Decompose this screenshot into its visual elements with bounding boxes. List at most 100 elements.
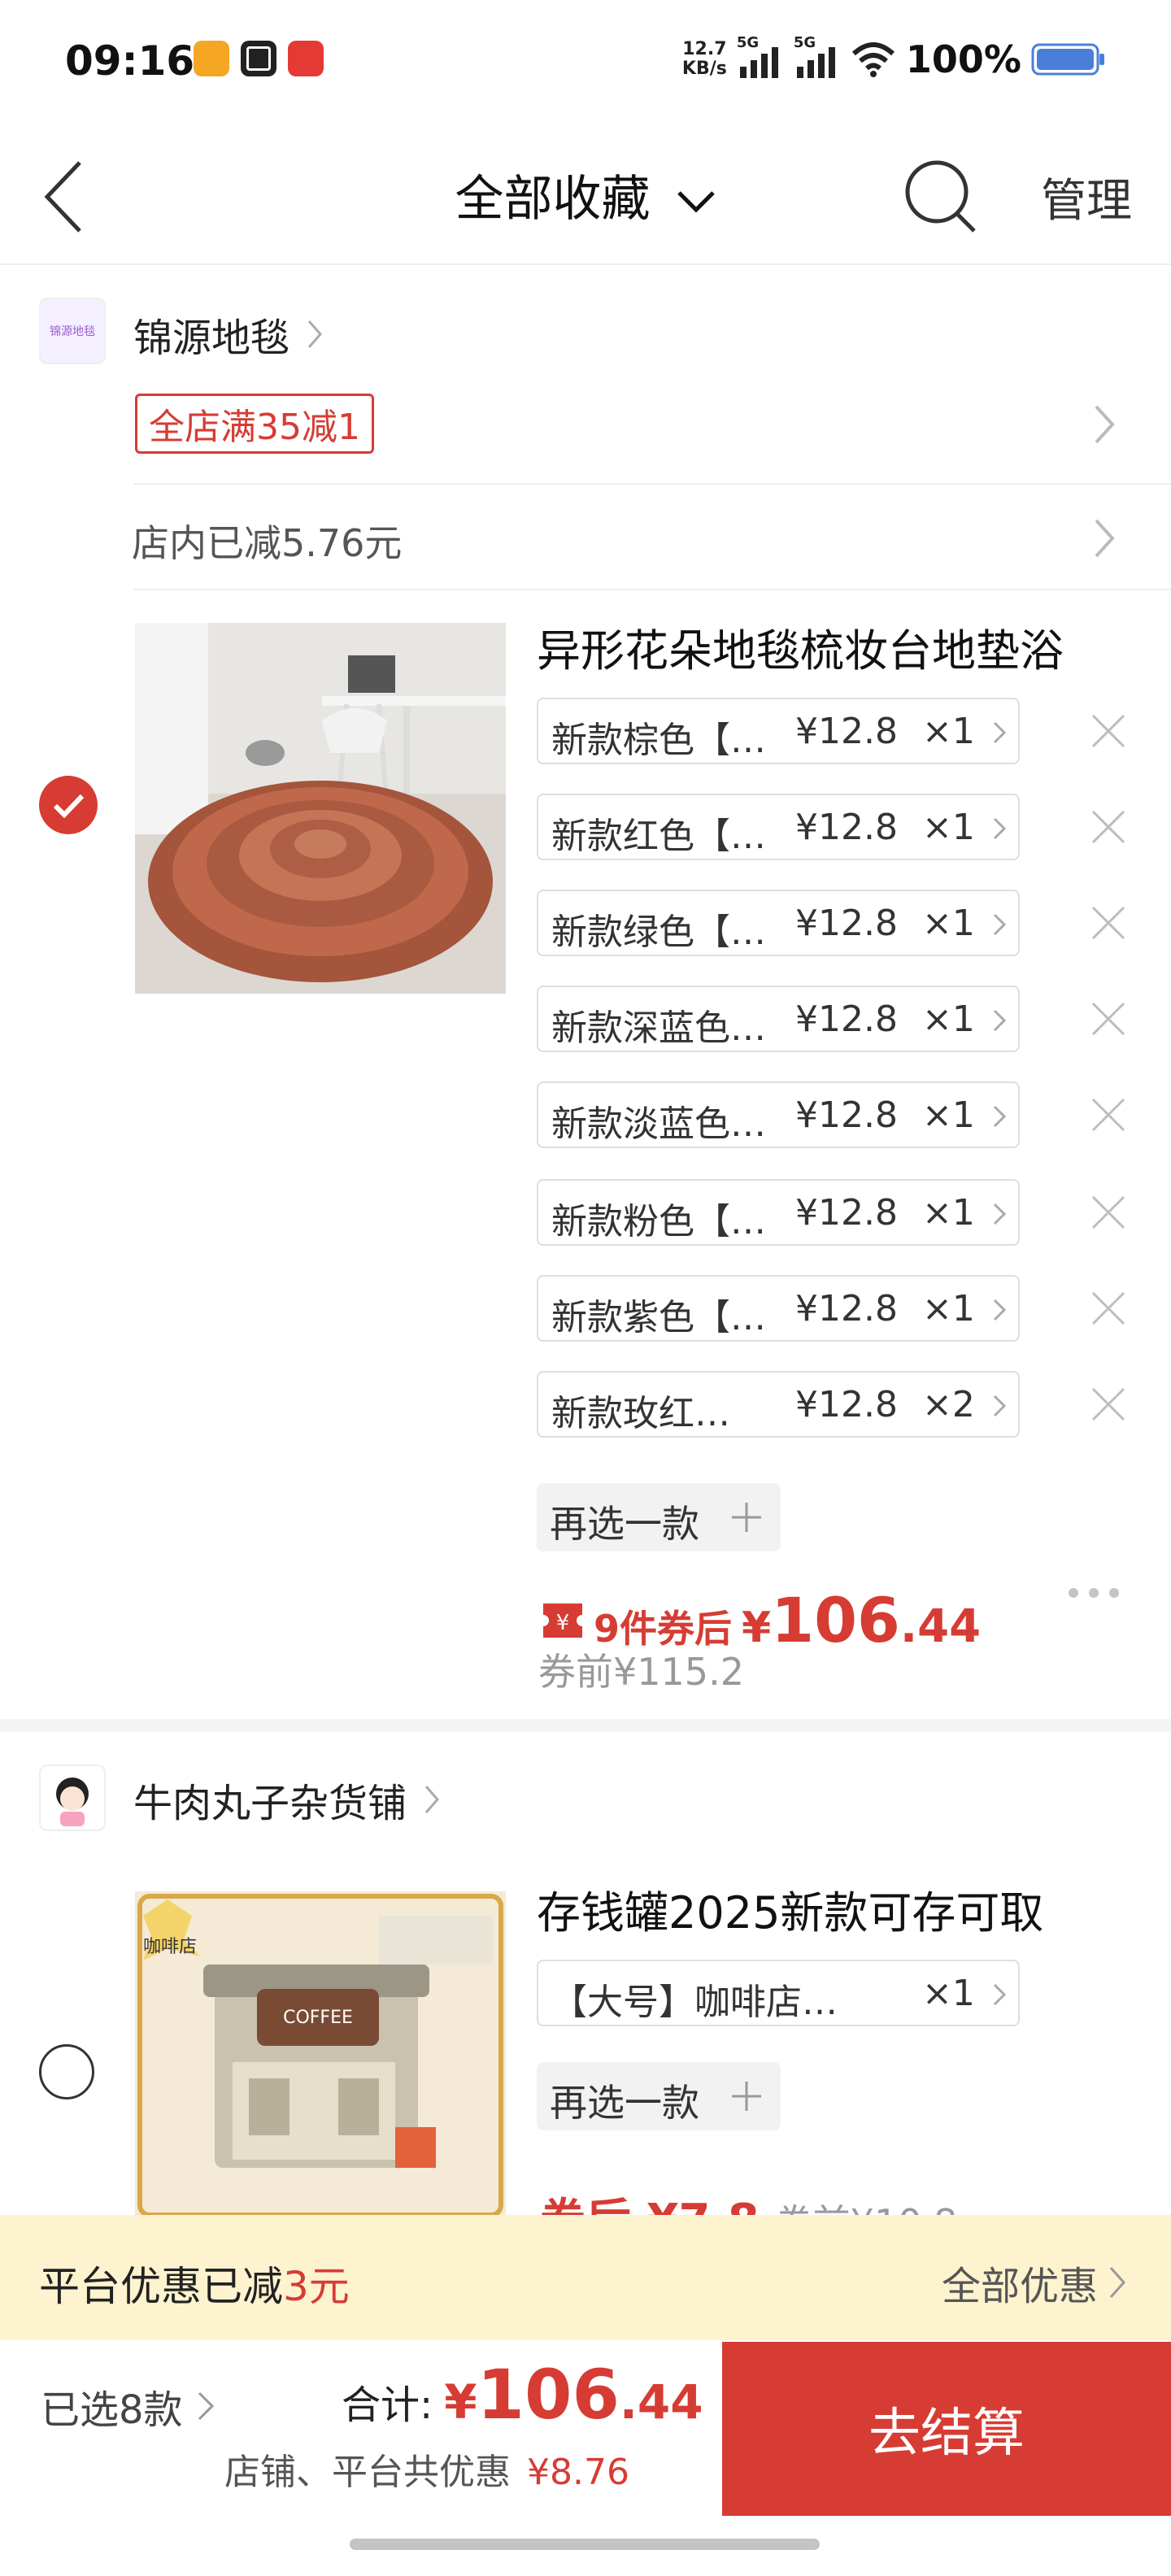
home-indicator[interactable] <box>350 2539 820 2550</box>
shop-discount-note[interactable]: 店内已减5.76元 <box>132 514 402 568</box>
status-right: 12.7 KB/s 5G 5G 100% <box>682 34 1106 81</box>
delete-sku-button[interactable] <box>1090 1290 1127 1327</box>
net-speed: 12.7 KB/s <box>682 40 727 79</box>
favorites-dropdown[interactable]: 全部收藏 <box>0 159 1171 230</box>
heart-app-icon <box>288 41 324 76</box>
savings-label: 店铺、平台共优惠 <box>224 2452 511 2493</box>
item-checkbox-unchecked[interactable] <box>39 2044 94 2100</box>
signal-2-icon: 5G <box>794 34 841 80</box>
sku-selector[interactable]: 新款紫色【… ¥12.8 ×1 <box>537 1275 1020 1342</box>
sku-selector[interactable]: 新款玫红… ¥12.8 ×2 <box>537 1371 1020 1438</box>
chevron-right-icon <box>1095 519 1115 558</box>
savings-row: 店铺、平台共优惠 ¥8.76 <box>224 2443 629 2495</box>
chevron-right-icon <box>198 2391 214 2421</box>
reselect-button[interactable]: 再选一款 <box>537 1483 781 1551</box>
shop-name: 锦源地毯 <box>133 315 290 361</box>
chevron-right-icon <box>1109 2267 1126 2298</box>
divider <box>133 483 1171 485</box>
chevron-right-icon <box>993 1395 1007 1417</box>
wifi-icon <box>851 42 895 77</box>
sku-qty: ×1 <box>922 1192 975 1234</box>
sku-name: 新款深蓝色… <box>551 1007 766 1049</box>
product-title[interactable]: 存钱罐2025新款可存可取 <box>537 1877 1043 1941</box>
platform-discount-amount: 3元 <box>283 2263 350 2310</box>
sku-selector[interactable]: 新款红色【… ¥12.8 ×1 <box>537 794 1020 860</box>
checkout-button[interactable]: 去结算 <box>722 2342 1171 2516</box>
more-options-button[interactable] <box>1065 1581 1122 1605</box>
chevron-right-icon <box>993 1203 1007 1225</box>
sku-price: ¥12.8 <box>795 999 898 1040</box>
promo-chevron[interactable] <box>1090 402 1119 447</box>
delete-sku-button[interactable] <box>1090 712 1127 750</box>
delete-sku-button[interactable] <box>1090 1000 1127 1038</box>
sku-price: ¥12.8 <box>795 1288 898 1329</box>
shop-name-link[interactable]: 牛肉丸子杂货铺 <box>133 1771 444 1828</box>
close-icon <box>1091 1002 1125 1036</box>
signal-1-label: 5G <box>736 34 760 51</box>
chevron-right-icon <box>993 1983 1007 2006</box>
delete-sku-button[interactable] <box>1090 808 1127 846</box>
platform-discount-bar[interactable]: 平台优惠已减3元 全部优惠 <box>0 2215 1171 2340</box>
sku-qty: ×2 <box>922 1384 975 1425</box>
total-symbol: ¥ <box>444 2374 477 2430</box>
chevron-right-icon <box>307 320 323 348</box>
more-icon <box>1069 1588 1119 1598</box>
page-title: 全部收藏 <box>455 171 651 228</box>
shop-name-link[interactable]: 锦源地毯 <box>133 306 327 363</box>
notification-icons <box>194 41 324 76</box>
sku-name: 新款绿色【… <box>551 912 766 953</box>
chevron-right-icon <box>1095 405 1115 444</box>
total-integer: 106 <box>477 2355 620 2435</box>
sku-selector[interactable]: 新款淡蓝色… ¥12.8 ×1 <box>537 1081 1020 1148</box>
group-buy-icon <box>241 41 276 76</box>
sku-name: 新款紫色【… <box>551 1297 766 1338</box>
sku-selector[interactable]: 【大号】咖啡店… ×1 <box>537 1960 1020 2026</box>
all-offers-link[interactable]: 全部优惠 <box>942 2254 1129 2311</box>
plus-icon <box>732 2082 761 2111</box>
close-icon <box>1091 1195 1125 1229</box>
search-button[interactable] <box>904 159 979 234</box>
price-decimal: .44 <box>899 1600 982 1653</box>
selected-count-button[interactable]: 已选8款 <box>41 2378 217 2435</box>
sku-selector[interactable]: 新款深蓝色… ¥12.8 ×1 <box>537 986 1020 1052</box>
manage-button[interactable]: 管理 <box>1041 164 1132 230</box>
sku-qty: ×1 <box>922 1973 975 2014</box>
sku-qty: ×1 <box>922 903 975 944</box>
shop-logo[interactable]: 锦源地毯 <box>39 298 106 364</box>
close-icon <box>1091 810 1125 844</box>
check-icon <box>53 794 85 819</box>
sku-qty: ×1 <box>922 711 975 752</box>
close-icon <box>1091 1098 1125 1132</box>
app-notification-icon <box>194 41 229 76</box>
item-checkbox-checked[interactable] <box>39 776 98 834</box>
sku-selector[interactable]: 新款棕色【… ¥12.8 ×1 <box>537 698 1020 764</box>
delete-sku-button[interactable] <box>1090 1386 1127 1423</box>
delete-sku-button[interactable] <box>1090 1194 1127 1231</box>
sku-qty: ×1 <box>922 1094 975 1136</box>
promo-tag[interactable]: 全店满35减1 <box>135 394 374 454</box>
sku-selector[interactable]: 新款绿色【… ¥12.8 ×1 <box>537 890 1020 956</box>
sku-price: ¥12.8 <box>795 711 898 752</box>
discount-chevron[interactable] <box>1090 516 1119 561</box>
delete-sku-button[interactable] <box>1090 904 1127 942</box>
svg-text:¥: ¥ <box>556 1611 570 1635</box>
reselect-button[interactable]: 再选一款 <box>537 2062 781 2130</box>
product-image-coin-bank[interactable]: COFFEE 咖啡店 <box>135 1891 506 2215</box>
product-title[interactable]: 异形花朵地毯梳妆台地垫浴 <box>537 615 1064 679</box>
savings-amount: ¥8.76 <box>527 2452 629 2493</box>
battery-icon <box>1031 43 1104 76</box>
signal-1-icon: 5G <box>737 34 784 80</box>
delete-sku-button[interactable] <box>1090 1096 1127 1134</box>
sku-price: ¥12.8 <box>795 1094 898 1136</box>
all-offers-label: 全部优惠 <box>941 2264 1098 2309</box>
shop-logo[interactable] <box>39 1764 106 1831</box>
platform-discount-text: 平台优惠已减3元 <box>39 2254 350 2313</box>
sku-qty: ×1 <box>922 1288 975 1329</box>
product-image-rug[interactable] <box>135 623 506 994</box>
sku-qty: ×1 <box>922 999 975 1040</box>
sku-name: 新款玫红… <box>551 1393 730 1434</box>
shop-logo-text: 锦源地毯 <box>50 325 95 338</box>
platform-discount-prefix: 平台优惠已减 <box>39 2263 283 2310</box>
nav-divider <box>0 263 1171 265</box>
sku-selector[interactable]: 新款粉色【… ¥12.8 ×1 <box>537 1179 1020 1246</box>
